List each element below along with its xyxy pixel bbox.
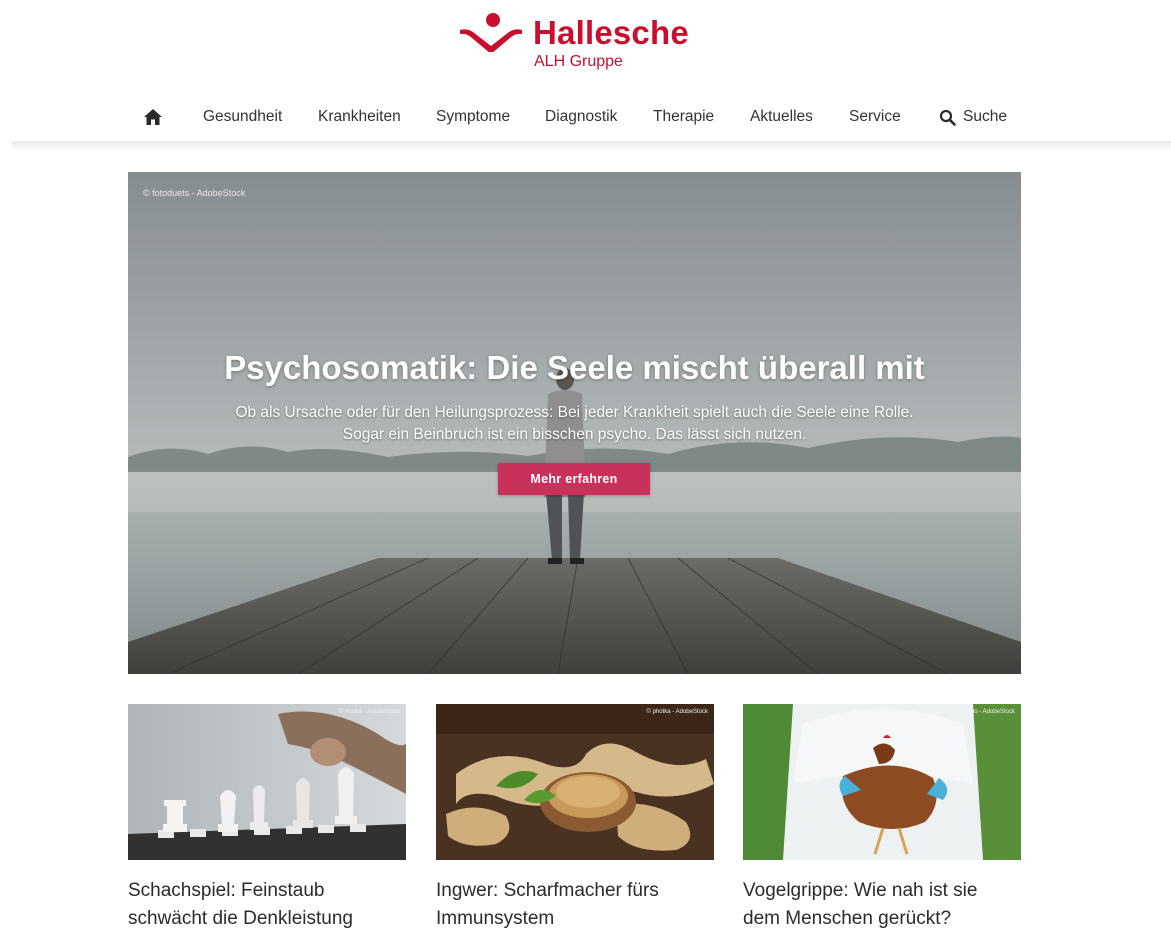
logo-mark-icon: [460, 13, 522, 52]
hero-subtitle-line-2: Sogar ein Beinbruch ist ein bisschen psy…: [342, 426, 807, 443]
card-image[interactable]: © lanksodio - AdobeStock: [743, 704, 1021, 860]
card-image-credit: © maybe - AdobeStock: [338, 709, 400, 715]
hero-banner: © fotoduets - AdobeStock Psychosomatik: …: [128, 172, 1021, 674]
article-card-vogelgrippe[interactable]: © lanksodio - AdobeStock Vogelgrippe: Wi…: [743, 704, 1021, 933]
hero-image-credit: © fotoduets - AdobeStock: [143, 188, 246, 198]
hero-title: Psychosomatik: Die Seele mischt überall …: [224, 349, 925, 386]
site-header: Hallesche ALH Gruppe Gesundheit Krankhei…: [0, 0, 1171, 145]
card-title[interactable]: Ingwer: Scharfmacher fürs Immunsystem: [436, 877, 714, 933]
card-image[interactable]: © maybe - AdobeStock: [128, 704, 406, 860]
search-icon: [939, 109, 956, 126]
nav-item-aktuelles[interactable]: Aktuelles: [750, 108, 813, 126]
card-title-line-2: Immunsystem: [436, 908, 555, 929]
home-icon[interactable]: [143, 108, 163, 126]
card-image-credit: © lanksodio - AdobeStock: [946, 709, 1015, 715]
card-title-line-1: Ingwer: Scharfmacher fürs: [436, 880, 659, 901]
card-title[interactable]: Vogelgrippe: Wie nah ist sie dem Mensche…: [743, 877, 1021, 933]
chess-image: [128, 704, 406, 860]
main-nav: Gesundheit Krankheiten Symptome Diagnost…: [0, 100, 1171, 134]
ginger-image: [436, 704, 714, 860]
header-divider: [12, 141, 1171, 151]
card-title[interactable]: Schachspiel: Feinstaub schwächt die Denk…: [128, 877, 406, 933]
hero-subtitle: Ob als Ursache oder für den Heilungsproz…: [128, 402, 1021, 446]
nav-search[interactable]: Suche: [939, 108, 1007, 126]
card-image[interactable]: © photka - AdobeStock: [436, 704, 714, 860]
nav-item-therapie[interactable]: Therapie: [653, 108, 714, 126]
nav-item-service[interactable]: Service: [849, 108, 901, 126]
nav-item-krankheiten[interactable]: Krankheiten: [318, 108, 401, 126]
brand-group: ALH Gruppe: [534, 53, 623, 70]
article-card-schachspiel[interactable]: © maybe - AdobeStock Schachspiel: Feinst…: [128, 704, 406, 933]
search-label: Suche: [963, 108, 1007, 125]
nav-item-symptome[interactable]: Symptome: [436, 108, 510, 126]
card-title-line-2: schwächt die Denkleistung: [128, 908, 353, 929]
nav-item-gesundheit[interactable]: Gesundheit: [203, 108, 282, 126]
card-title-line-1: Vogelgrippe: Wie nah ist sie: [743, 880, 978, 901]
hero-subtitle-line-1: Ob als Ursache oder für den Heilungsproz…: [235, 404, 914, 421]
brand-logo[interactable]: Hallesche ALH Gruppe: [457, 8, 697, 78]
card-title-line-2: dem Menschen gerückt?: [743, 908, 952, 929]
nav-item-diagnostik[interactable]: Diagnostik: [545, 108, 617, 126]
article-card-ingwer[interactable]: © photka - AdobeStock Ingwer: Scharfmach…: [436, 704, 714, 933]
card-title-line-1: Schachspiel: Feinstaub: [128, 880, 325, 901]
brand-name: Hallesche: [533, 14, 689, 51]
mehr-erfahren-button[interactable]: Mehr erfahren: [498, 463, 650, 495]
card-image-credit: © photka - AdobeStock: [646, 709, 708, 715]
bird-flu-image: [743, 704, 1021, 860]
